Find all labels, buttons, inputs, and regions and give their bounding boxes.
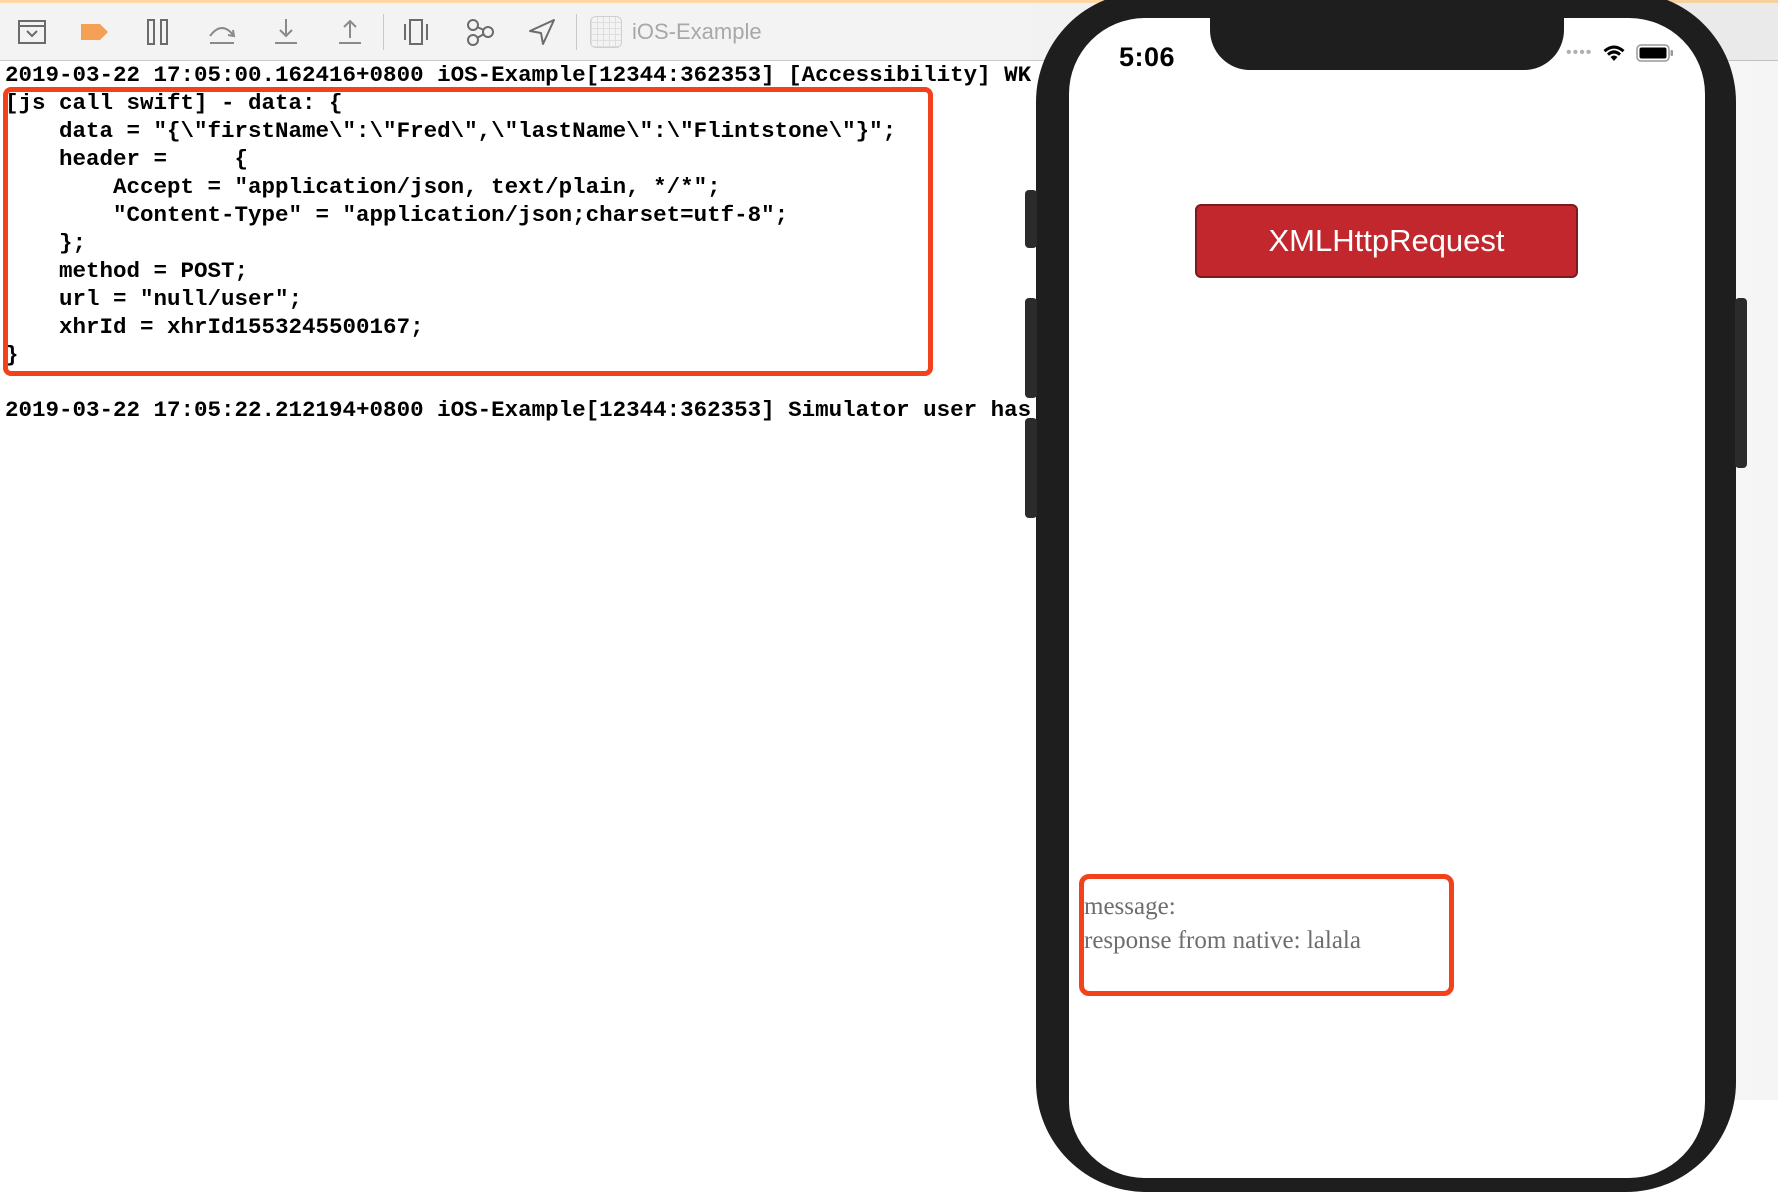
toolbar-separator	[383, 14, 384, 50]
console-highlight-box	[3, 87, 933, 376]
volume-down-button	[1025, 418, 1037, 518]
step-into-button[interactable]	[266, 12, 306, 52]
simulate-location-button[interactable]	[522, 12, 562, 52]
hide-debug-area-button[interactable]	[12, 12, 52, 52]
breakpoints-toggle-button[interactable]	[74, 12, 114, 52]
location-arrow-icon	[529, 19, 555, 45]
step-out-button[interactable]	[330, 12, 370, 52]
process-label: iOS-Example	[632, 19, 762, 44]
message-highlight-box	[1079, 874, 1454, 996]
memory-graph-button[interactable]	[460, 12, 500, 52]
device-notch	[1210, 0, 1564, 70]
side-power-button	[1735, 298, 1747, 468]
view-hierarchy-icon	[404, 19, 428, 45]
view-hierarchy-button[interactable]	[396, 12, 436, 52]
console-log-line: 2019-03-22 17:05:00.162416+0800 iOS-Exam…	[5, 62, 1032, 88]
status-bar-icons: ••••	[1566, 44, 1674, 62]
step-over-icon	[209, 27, 236, 44]
pause-icon	[147, 19, 168, 45]
battery-icon	[1636, 44, 1674, 62]
console-log-line: 2019-03-22 17:05:22.212194+0800 iOS-Exam…	[5, 397, 1032, 423]
step-into-icon	[275, 19, 297, 44]
tray-down-icon	[18, 20, 46, 44]
toolbar-separator	[576, 14, 577, 50]
app-icon	[590, 16, 622, 48]
process-selector[interactable]: iOS-Example	[590, 15, 762, 49]
step-over-button[interactable]	[202, 12, 242, 52]
wifi-icon	[1602, 44, 1626, 62]
mute-switch	[1025, 190, 1037, 248]
pause-button[interactable]	[138, 12, 178, 52]
breakpoint-icon	[81, 24, 108, 40]
xmlhttprequest-button[interactable]: XMLHttpRequest	[1195, 204, 1578, 278]
debug-console[interactable]: 2019-03-22 17:05:00.162416+0800 iOS-Exam…	[0, 61, 1040, 1100]
simulator-screen[interactable]	[1069, 18, 1705, 1178]
memory-graph-icon	[467, 19, 494, 46]
step-out-icon	[339, 19, 361, 44]
cellular-signal-icon: ••••	[1566, 44, 1593, 61]
volume-up-button	[1025, 298, 1037, 398]
status-bar-time: 5:06	[1119, 42, 1176, 72]
